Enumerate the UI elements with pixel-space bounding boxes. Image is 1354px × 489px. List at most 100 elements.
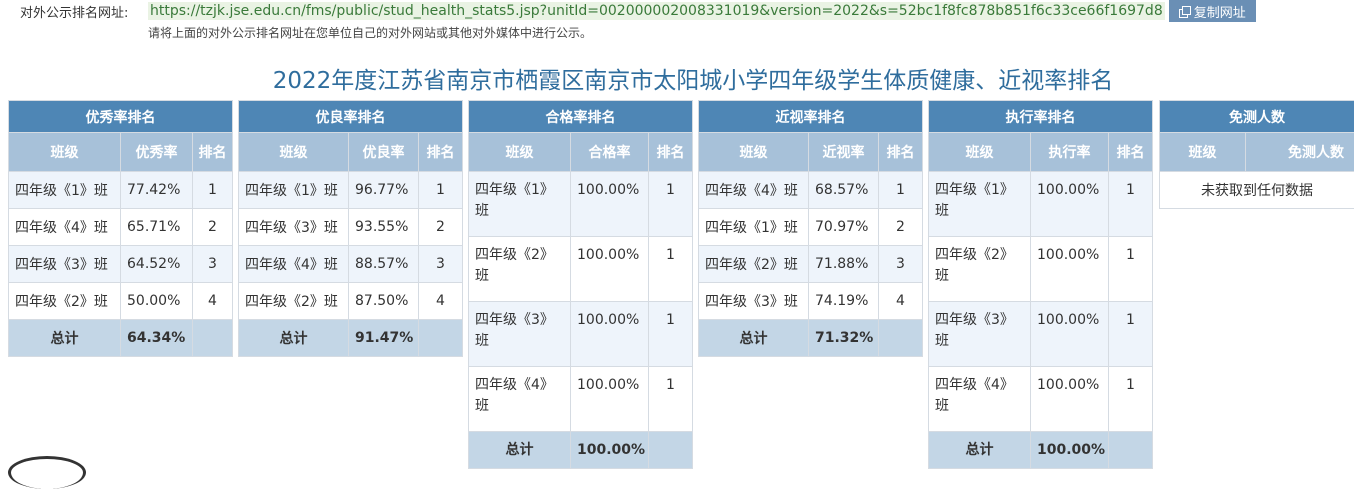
rank-value: 1 [879,172,923,209]
table-row: 四年级《3》班 74.19% 4 [699,283,923,320]
myopia-rate-table: 近视率排名 班级 近视率 排名 四年级《4》班 68.57% 1 四年级《1》班… [698,100,923,357]
rank-value: 2 [193,209,233,246]
rank-value: 1 [1109,367,1153,432]
rank-value: 1 [193,172,233,209]
rate-value: 70.97% [809,209,879,246]
rate-value: 93.55% [349,209,419,246]
rank-value: 1 [649,367,693,432]
class-name: 四年级《1》班 [929,172,1031,237]
class-name: 四年级《3》班 [239,209,349,246]
rate-value: 100.00% [571,237,649,302]
total-label: 总计 [699,320,809,357]
table-row: 四年级《1》班 77.42% 1 [9,172,233,209]
total-row: 总计 100.00% [929,432,1153,469]
column-header: 班级 [9,133,121,172]
table-row: 四年级《4》班 68.57% 1 [699,172,923,209]
class-name: 四年级《3》班 [699,283,809,320]
rank-value: 1 [649,237,693,302]
rank-value: 3 [193,246,233,283]
table-caption: 优秀率排名 [9,101,233,133]
total-label: 总计 [929,432,1031,469]
class-name: 四年级《1》班 [699,209,809,246]
rate-value: 65.71% [121,209,193,246]
table-row: 四年级《2》班 100.00% 1 [469,237,693,302]
pass-rate-table: 合格率排名 班级 合格率 排名 四年级《1》班 100.00% 1 四年级《2》… [468,100,693,469]
table-row: 四年级《1》班 96.77% 1 [239,172,463,209]
class-name: 四年级《4》班 [929,367,1031,432]
rank-value: 1 [1109,172,1153,237]
total-row: 总计 100.00% [469,432,693,469]
column-header: 排名 [1109,133,1153,172]
table-row: 四年级《4》班 65.71% 2 [9,209,233,246]
total-label: 总计 [9,320,121,357]
total-value: 91.47% [349,320,419,357]
table-row: 四年级《2》班 50.00% 4 [9,283,233,320]
rank-value: 2 [879,209,923,246]
rate-value: 96.77% [349,172,419,209]
rank-value: 2 [419,209,463,246]
table-row: 四年级《3》班 93.55% 2 [239,209,463,246]
empty-row: 未获取到任何数据 [1160,172,1354,209]
table-row: 四年级《2》班 100.00% 1 [929,237,1153,302]
table-caption: 近视率排名 [699,101,923,133]
total-row: 总计 91.47% [239,320,463,357]
rank-value: 3 [419,246,463,283]
table-row: 四年级《3》班 100.00% 1 [929,302,1153,367]
total-value: 100.00% [1031,432,1109,469]
good-rate-table: 优良率排名 班级 优良率 排名 四年级《1》班 96.77% 1 四年级《3》班… [238,100,463,357]
class-name: 四年级《2》班 [239,283,349,320]
class-name: 四年级《4》班 [699,172,809,209]
column-header: 合格率 [571,133,649,172]
table-row: 四年级《1》班 100.00% 1 [929,172,1153,237]
rate-value: 68.57% [809,172,879,209]
class-name: 四年级《3》班 [929,302,1031,367]
rate-value: 87.50% [349,283,419,320]
column-header: 排名 [649,133,693,172]
rate-value: 100.00% [1031,302,1109,367]
total-row: 总计 64.34% [9,320,233,357]
class-name: 四年级《2》班 [469,237,571,302]
exempt-count-table: 免测人数 班级 免测人数 未获取到任何数据 [1159,100,1354,209]
rate-value: 100.00% [1031,172,1109,237]
rate-value: 74.19% [809,283,879,320]
rate-value: 64.52% [121,246,193,283]
url-label: 对外公示排名网址: [20,2,148,21]
rank-value: 1 [1109,237,1153,302]
copy-url-button[interactable]: 复制网址 [1169,0,1256,22]
avatar[interactable] [8,456,86,489]
table-row: 四年级《1》班 70.97% 2 [699,209,923,246]
table-row: 四年级《2》班 87.50% 4 [239,283,463,320]
rate-value: 100.00% [571,172,649,237]
class-name: 四年级《3》班 [469,302,571,367]
table-caption: 优良率排名 [239,101,463,133]
table-row: 四年级《4》班 100.00% 1 [929,367,1153,432]
table-row: 四年级《3》班 100.00% 1 [469,302,693,367]
table-row: 四年级《3》班 64.52% 3 [9,246,233,283]
class-name: 四年级《2》班 [699,246,809,283]
table-caption: 免测人数 [1160,101,1354,133]
column-header: 排名 [879,133,923,172]
rate-value: 77.42% [121,172,193,209]
rate-value: 71.88% [809,246,879,283]
copy-url-label: 复制网址 [1194,2,1246,21]
column-header: 排名 [419,133,463,172]
table-caption: 合格率排名 [469,101,693,133]
class-name: 四年级《4》班 [469,367,571,432]
rate-value: 100.00% [1031,367,1109,432]
column-header: 班级 [1160,133,1246,172]
class-name: 四年级《4》班 [239,246,349,283]
total-row: 总计 71.32% [699,320,923,357]
excellent-rate-table: 优秀率排名 班级 优秀率 排名 四年级《1》班 77.42% 1 四年级《4》班… [8,100,233,357]
total-value: 100.00% [571,432,649,469]
column-header: 班级 [239,133,349,172]
column-header: 优良率 [349,133,419,172]
class-name: 四年级《4》班 [9,209,121,246]
column-header: 近视率 [809,133,879,172]
column-header: 排名 [193,133,233,172]
class-name: 四年级《1》班 [469,172,571,237]
rank-value: 1 [649,302,693,367]
rate-value: 100.00% [1031,237,1109,302]
class-name: 四年级《1》班 [9,172,121,209]
public-url[interactable]: https://tzjk.jse.edu.cn/fms/public/stud_… [148,2,1165,20]
column-header: 班级 [699,133,809,172]
